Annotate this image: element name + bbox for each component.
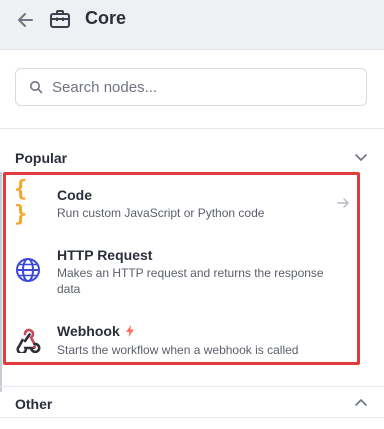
section-title-other: Other [15, 396, 53, 412]
toolbox-icon [50, 10, 70, 28]
highlight-annotation [3, 172, 360, 365]
section-header-popular[interactable]: Popular [0, 143, 384, 173]
section-title-popular: Popular [15, 150, 68, 166]
panel-title: Core [85, 8, 127, 28]
search-icon [30, 81, 43, 94]
section-header-other[interactable]: Other [0, 389, 384, 419]
selection-indicator [0, 172, 2, 392]
back-button[interactable] [14, 9, 36, 31]
divider [0, 128, 384, 129]
search-field[interactable] [15, 68, 367, 106]
divider [0, 386, 384, 387]
chevron-up-icon [355, 399, 367, 406]
panel-header: Core [0, 0, 384, 50]
chevron-down-icon [355, 154, 367, 161]
search-input[interactable] [52, 69, 352, 105]
arrow-left-icon [18, 13, 33, 27]
divider [0, 417, 384, 418]
node-panel: Core Popular { } Code Run custom JavaScr… [0, 0, 384, 429]
